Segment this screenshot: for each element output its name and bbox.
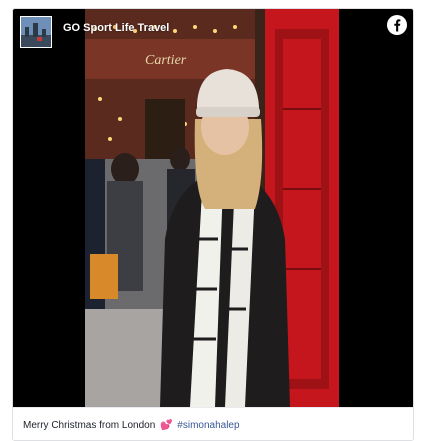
- post-caption: Merry Christmas from London 💕 #simonahal…: [13, 407, 413, 440]
- embedded-post-card: Cartier GO Sport Life Travel Merry Chris…: [12, 8, 414, 441]
- post-photo[interactable]: Cartier: [85, 9, 339, 407]
- page-avatar-icon[interactable]: [20, 16, 52, 48]
- post-media[interactable]: Cartier GO Sport Life Travel: [13, 9, 413, 407]
- caption-text: Merry Christmas from London: [23, 420, 156, 431]
- heart-emoji-icon: 💕: [160, 420, 173, 431]
- shop-sign: Cartier: [145, 53, 187, 68]
- caption-line: Merry Christmas from London 💕 #simonahal…: [23, 420, 240, 431]
- post-header: GO Sport Life Travel: [13, 9, 413, 55]
- hashtag-link[interactable]: #simonahalep: [177, 420, 239, 431]
- facebook-icon[interactable]: [387, 15, 407, 35]
- page-name-link[interactable]: GO Sport Life Travel: [63, 22, 169, 34]
